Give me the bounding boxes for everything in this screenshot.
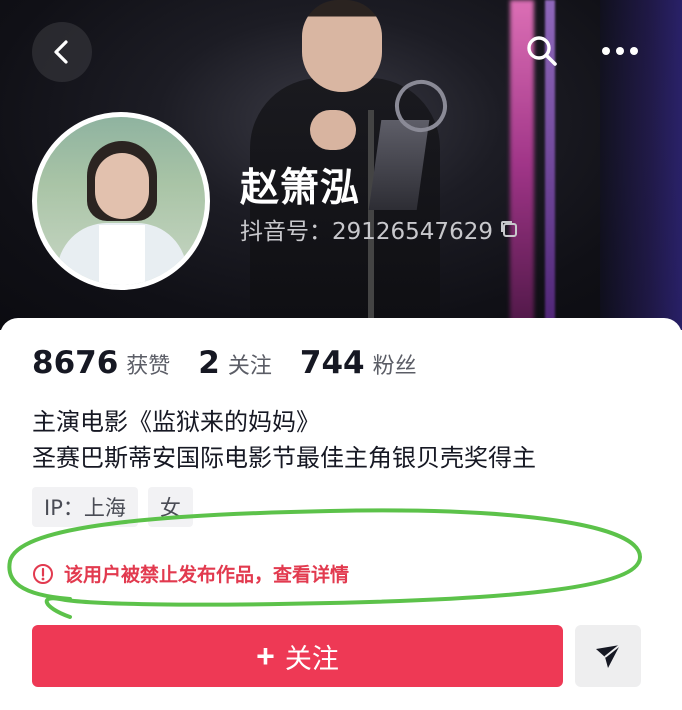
likes-label: 获赞	[126, 354, 171, 379]
follow-button[interactable]: + 关注	[32, 625, 563, 687]
search-icon	[527, 36, 557, 66]
more-horizontal-icon	[602, 47, 638, 55]
search-button[interactable]	[515, 24, 569, 78]
stats-row: 8676 获赞 2 关注 744 粉丝	[32, 345, 445, 381]
copy-icon[interactable]	[499, 219, 519, 239]
ip-location-tag: IP：上海	[32, 487, 138, 527]
plus-icon: +	[256, 638, 275, 674]
followers-label[interactable]: 粉丝	[373, 348, 417, 380]
avatar[interactable]	[32, 112, 210, 290]
send-icon	[596, 644, 621, 668]
gender-tag: 女	[147, 487, 193, 527]
following-label[interactable]: 关注	[228, 348, 272, 380]
tag-row: IP：上海 女	[32, 487, 193, 527]
bio-line: 主演电影《监狱来的妈妈》	[32, 408, 320, 436]
profile-name: 赵箫泓	[240, 166, 361, 211]
followers-count[interactable]: 744	[300, 345, 365, 381]
more-button[interactable]	[590, 24, 650, 78]
likes-count: 8676	[32, 345, 119, 381]
ban-notice[interactable]: 该用户被禁止发布作品，查看详情	[32, 560, 349, 587]
ban-notice-text[interactable]: 该用户被禁止发布作品，查看详情	[64, 560, 349, 587]
back-button[interactable]	[32, 22, 92, 82]
bio-line: 圣赛巴斯蒂安国际电影节最佳主角银贝壳奖得主	[32, 444, 536, 472]
chevron-left-icon	[54, 40, 68, 64]
share-button[interactable]	[575, 625, 641, 687]
following-count[interactable]: 2	[198, 345, 220, 381]
douyin-id-row[interactable]: 抖音号：29126547629	[240, 212, 519, 246]
douyin-id-text: 抖音号：29126547629	[240, 219, 493, 245]
warning-circle-icon	[33, 563, 53, 584]
bio: 主演电影《监狱来的妈妈》 圣赛巴斯蒂安国际电影节最佳主角银贝壳奖得主	[32, 404, 536, 476]
follow-label: 关注	[284, 643, 339, 674]
